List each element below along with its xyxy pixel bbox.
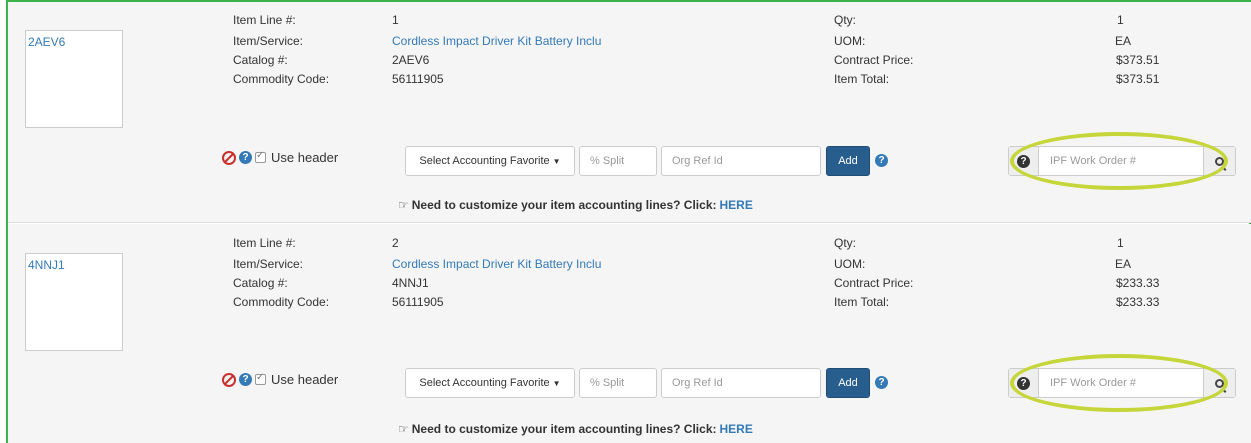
qty-label: Qty: <box>834 236 857 250</box>
item-thumbnail[interactable]: 4NNJ1 <box>25 253 123 351</box>
item-total-value: $233.33 <box>1116 295 1160 309</box>
no-entry-icon[interactable] <box>222 150 236 165</box>
select-favorite-label: Select Accounting Favorite <box>419 155 550 167</box>
contract-price-value: $373.51 <box>1116 53 1160 67</box>
line-item-1: 2AEV6 Item Line #: Item/Service: Catalog… <box>8 2 1251 223</box>
contract-price-value: $233.33 <box>1116 276 1160 290</box>
highlight-ellipse <box>1010 132 1228 190</box>
customize-accounting-prompt: ☞ Need to customize your item accounting… <box>398 422 753 436</box>
highlight-ellipse <box>1010 354 1228 412</box>
uom-value: EA <box>1115 257 1132 271</box>
catalog-label: Catalog #: <box>233 276 288 290</box>
uom-label: UOM: <box>834 34 866 48</box>
contract-price-label: Contract Price: <box>834 276 914 290</box>
use-header-checkbox[interactable] <box>255 372 266 385</box>
use-header-checkbox[interactable] <box>255 150 266 163</box>
use-header-label: Use header <box>271 150 339 165</box>
split-input[interactable]: % Split <box>579 368 657 398</box>
thumbnail-catalog-link[interactable]: 4NNJ1 <box>28 258 65 272</box>
caret-down-icon: ▼ <box>552 378 561 388</box>
commodity-value: 56111905 <box>392 72 444 86</box>
item-line-label: Item Line #: <box>233 13 296 27</box>
qty-value: 1 <box>1117 13 1124 27</box>
pointing-hand-icon: ☞ <box>398 422 409 436</box>
accounting-controls-row: ? Use header Select Accounting Favorite▼… <box>8 354 1251 412</box>
catalog-value: 2AEV6 <box>392 53 430 67</box>
item-line-label: Item Line #: <box>233 236 296 250</box>
select-accounting-favorite-button[interactable]: Select Accounting Favorite ▼ <box>405 146 575 176</box>
commodity-label: Commodity Code: <box>233 72 330 86</box>
use-header-label: Use header <box>271 372 339 387</box>
customize-text: Need to customize your item accounting l… <box>411 422 717 436</box>
use-header-group: ? Use header <box>222 372 338 387</box>
uom-value: EA <box>1115 34 1132 48</box>
item-line-value: 2 <box>392 236 399 250</box>
item-service-label: Item/Service: <box>233 257 304 271</box>
select-favorite-label: Select Accounting Favorite <box>419 377 550 389</box>
customize-here-link[interactable]: HERE <box>720 422 753 436</box>
split-input[interactable]: % Split <box>579 146 657 176</box>
question-circle-icon[interactable]: ? <box>875 376 888 389</box>
commodity-label: Commodity Code: <box>233 295 330 309</box>
question-circle-icon[interactable]: ? <box>875 154 888 167</box>
qty-value: 1 <box>1117 236 1124 250</box>
qty-label: Qty: <box>834 13 857 27</box>
question-circle-icon[interactable]: ? <box>239 373 252 386</box>
pointing-hand-icon: ☞ <box>398 198 409 212</box>
item-service-label: Item/Service: <box>233 34 304 48</box>
caret-down-icon: ▼ <box>552 156 561 166</box>
item-total-label: Item Total: <box>834 72 890 86</box>
add-button[interactable]: Add <box>826 146 870 176</box>
question-circle-icon[interactable]: ? <box>239 151 252 164</box>
use-header-group: ? Use header <box>222 150 338 165</box>
customize-here-link[interactable]: HERE <box>720 198 753 212</box>
thumbnail-catalog-link[interactable]: 2AEV6 <box>28 35 65 49</box>
item-total-label: Item Total: <box>834 295 890 309</box>
catalog-label: Catalog #: <box>233 53 288 67</box>
customize-text: Need to customize your item accounting l… <box>411 198 717 212</box>
item-service-link[interactable]: Cordless Impact Driver Kit Battery Inclu <box>392 257 601 272</box>
item-line-value: 1 <box>392 13 399 27</box>
line-item-2: 4NNJ1 Item Line #: Item/Service: Catalog… <box>8 224 1251 443</box>
item-total-value: $373.51 <box>1116 72 1160 86</box>
item-service-link[interactable]: Cordless Impact Driver Kit Battery Inclu <box>392 34 601 49</box>
item-thumbnail[interactable]: 2AEV6 <box>25 30 123 128</box>
no-entry-icon[interactable] <box>222 372 236 387</box>
catalog-value: 4NNJ1 <box>392 276 429 290</box>
contract-price-label: Contract Price: <box>834 53 914 67</box>
select-accounting-favorite-button[interactable]: Select Accounting Favorite ▼ <box>405 368 575 398</box>
uom-label: UOM: <box>834 257 866 271</box>
org-ref-id-input[interactable]: Org Ref Id <box>661 368 821 398</box>
commodity-value: 56111905 <box>392 295 444 309</box>
customize-accounting-prompt: ☞ Need to customize your item accounting… <box>398 198 753 212</box>
accounting-controls-row: ? Use header Select Accounting Favorite▼… <box>8 132 1251 190</box>
add-button[interactable]: Add <box>826 368 870 398</box>
org-ref-id-input[interactable]: Org Ref Id <box>661 146 821 176</box>
